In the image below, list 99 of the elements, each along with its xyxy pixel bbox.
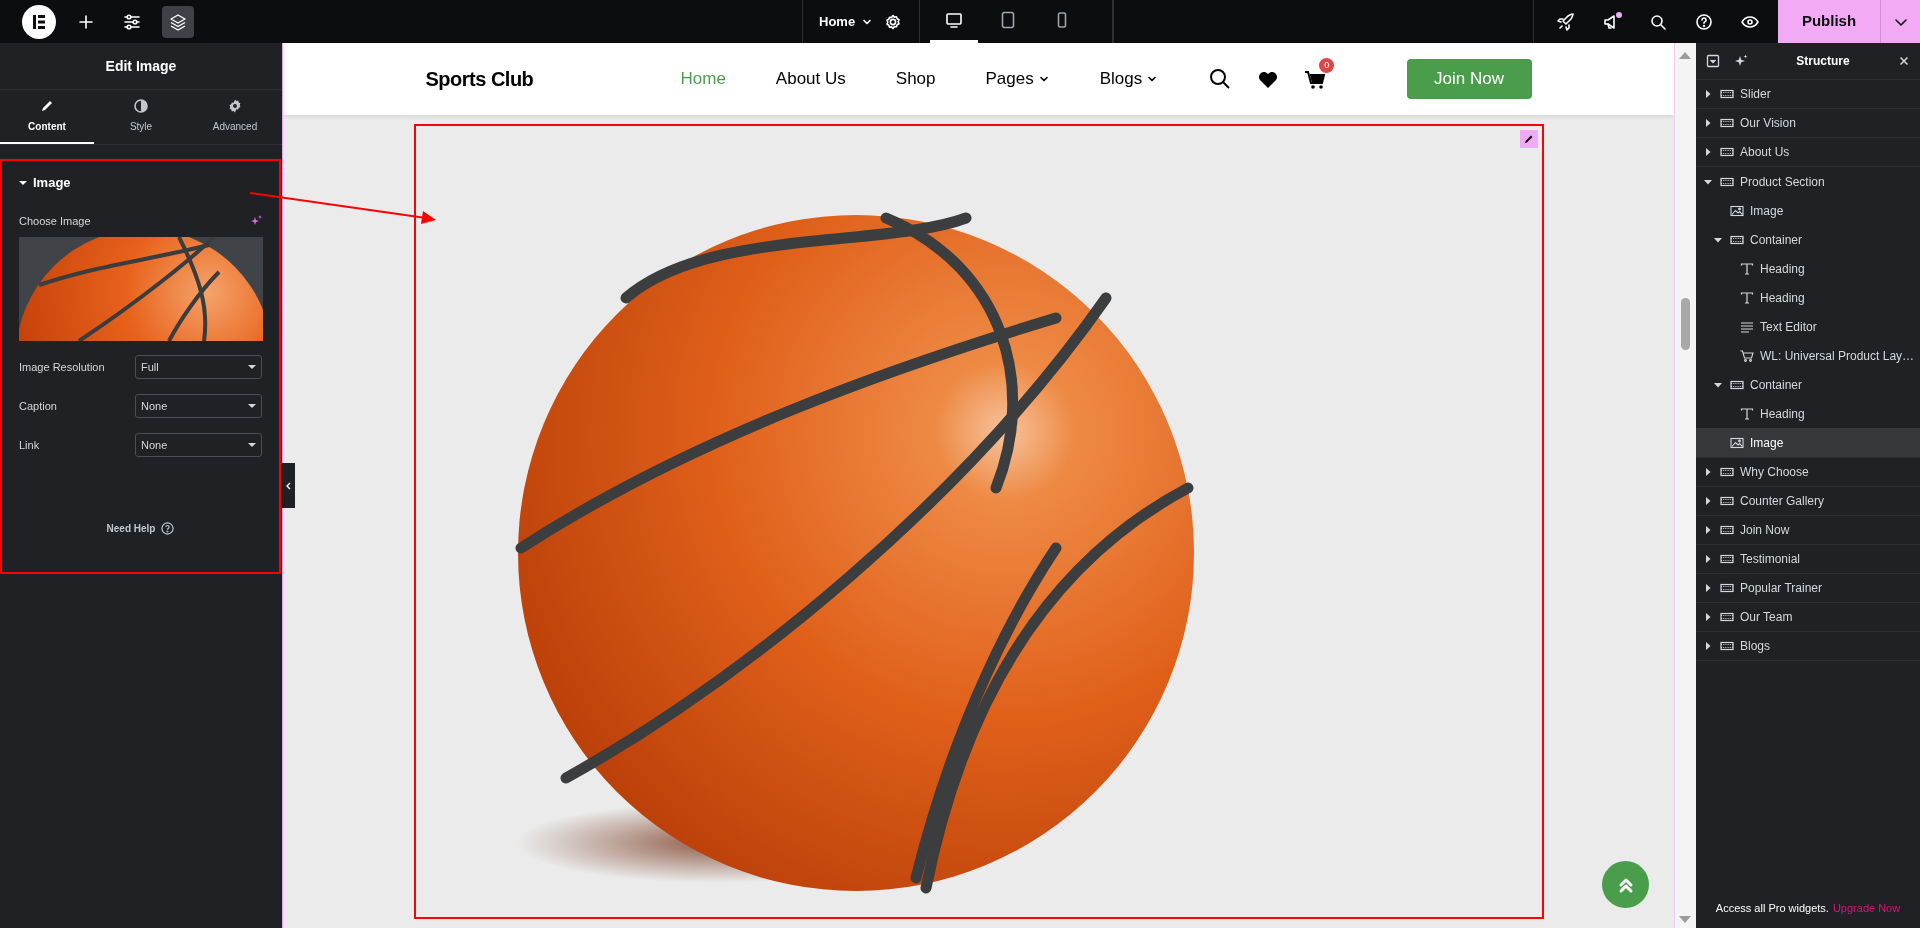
structure-item[interactable]: Heading bbox=[1696, 254, 1920, 283]
structure-item[interactable]: Container bbox=[1696, 225, 1920, 254]
container-icon bbox=[1730, 378, 1744, 391]
structure-item[interactable]: Our Vision bbox=[1696, 109, 1920, 138]
publish-button[interactable]: Publish bbox=[1778, 0, 1880, 43]
structure-item[interactable]: Image bbox=[1696, 428, 1920, 457]
structure-item[interactable]: About Us bbox=[1696, 138, 1920, 167]
container-icon bbox=[1720, 553, 1734, 565]
structure-item[interactable]: Join Now bbox=[1696, 516, 1920, 545]
structure-item[interactable]: Heading bbox=[1696, 399, 1920, 428]
structure-item[interactable]: Testimonial bbox=[1696, 545, 1920, 574]
caret-down-icon[interactable] bbox=[1704, 177, 1712, 186]
edit-widget-button[interactable] bbox=[1520, 130, 1538, 148]
contrast-icon bbox=[133, 98, 149, 114]
upgrade-link[interactable]: Upgrade Now bbox=[1832, 899, 1901, 917]
container-icon bbox=[1720, 640, 1734, 652]
caret-right-icon[interactable] bbox=[1704, 148, 1712, 156]
caret-right-icon[interactable] bbox=[1704, 613, 1712, 621]
heading-icon bbox=[1740, 407, 1754, 420]
caret-icon bbox=[248, 442, 256, 448]
close-icon[interactable] bbox=[1898, 55, 1910, 67]
logo-icon[interactable] bbox=[22, 4, 56, 39]
caret-right-icon[interactable] bbox=[1704, 642, 1712, 650]
field-label: Image Resolution bbox=[19, 359, 105, 375]
structure-item[interactable]: WL: Universal Product Lay… bbox=[1696, 341, 1920, 370]
structure-item[interactable]: Image bbox=[1696, 196, 1920, 225]
image-icon bbox=[1730, 204, 1744, 217]
caret-right-icon[interactable] bbox=[1704, 90, 1712, 98]
scrollbar-thumb[interactable] bbox=[1681, 298, 1690, 350]
collapse-panel-handle[interactable] bbox=[282, 463, 295, 508]
field-label: Link bbox=[19, 437, 40, 453]
container-icon bbox=[1720, 611, 1734, 623]
desktop-icon bbox=[944, 10, 965, 30]
caret-icon bbox=[19, 178, 27, 187]
caret-right-icon[interactable] bbox=[1704, 497, 1712, 505]
caret-right-icon[interactable] bbox=[1704, 584, 1712, 592]
pencil-icon bbox=[1524, 134, 1534, 144]
heading-icon bbox=[1740, 291, 1754, 304]
image-icon bbox=[1730, 436, 1744, 449]
panel-tab[interactable]: Content bbox=[0, 90, 94, 144]
help-link[interactable]: Need Help bbox=[106, 521, 175, 536]
container-icon bbox=[1720, 495, 1734, 507]
caret-icon bbox=[248, 364, 256, 370]
caret-right-icon[interactable] bbox=[1704, 555, 1712, 563]
field-label: Caption bbox=[19, 398, 57, 414]
structure-item[interactable]: Heading bbox=[1696, 283, 1920, 312]
nav-link[interactable]: Shop bbox=[895, 66, 936, 92]
panel-tab[interactable]: Advanced bbox=[188, 90, 282, 144]
site-logo[interactable]: Sports Club bbox=[425, 64, 681, 94]
panel-title: Edit Image bbox=[105, 56, 177, 76]
layers-icon[interactable] bbox=[162, 5, 194, 38]
container-icon bbox=[1720, 146, 1734, 158]
sparkle-icon[interactable] bbox=[250, 214, 262, 227]
container-icon bbox=[1720, 582, 1734, 594]
promo-text: Access all Pro widgets. Upgrade Now bbox=[1696, 888, 1920, 928]
container-icon bbox=[1730, 233, 1744, 246]
nav-link[interactable]: Blogs bbox=[1099, 66, 1159, 92]
nav-link[interactable]: Pages bbox=[985, 66, 1050, 92]
panel-tab[interactable]: Style bbox=[94, 90, 188, 144]
field-label: Choose Image bbox=[19, 213, 91, 229]
caret-down-icon[interactable] bbox=[1714, 380, 1722, 389]
cart-icon bbox=[1740, 349, 1754, 362]
cart-count-badge: 0 bbox=[1319, 58, 1335, 73]
scroll-to-top-button[interactable] bbox=[1602, 861, 1649, 908]
heading-icon bbox=[1740, 262, 1754, 275]
container-icon bbox=[1720, 524, 1734, 536]
caret-icon bbox=[248, 403, 256, 409]
panel-title: Structure bbox=[1795, 53, 1851, 70]
structure-item[interactable]: Product Section bbox=[1696, 167, 1920, 196]
chevron-left-icon bbox=[285, 481, 292, 490]
cart-icon[interactable] bbox=[1304, 69, 1327, 91]
select-field[interactable]: None bbox=[135, 433, 262, 457]
section-header[interactable]: Image bbox=[19, 173, 262, 193]
structure-item[interactable]: Container bbox=[1696, 370, 1920, 399]
container-icon bbox=[1720, 175, 1734, 188]
container-icon bbox=[1720, 88, 1734, 100]
container-icon bbox=[1720, 466, 1734, 478]
page-menu[interactable]: Home bbox=[819, 11, 874, 32]
container-icon bbox=[1720, 117, 1734, 129]
caret-right-icon[interactable] bbox=[1704, 526, 1712, 534]
gear-icon bbox=[227, 98, 243, 114]
pencil-icon bbox=[39, 98, 55, 114]
structure-item[interactable]: Blogs bbox=[1696, 632, 1920, 661]
help-icon bbox=[161, 522, 175, 535]
text-lines-icon bbox=[1740, 320, 1754, 333]
structure-item[interactable]: Slider bbox=[1696, 80, 1920, 109]
nav-link[interactable]: About Us bbox=[775, 66, 846, 92]
structure-item[interactable]: Text Editor bbox=[1696, 312, 1920, 341]
structure-item[interactable]: Counter Gallery bbox=[1696, 487, 1920, 516]
select-field[interactable]: None bbox=[135, 394, 262, 418]
image-thumbnail[interactable] bbox=[19, 237, 263, 341]
structure-item[interactable]: Popular Trainer bbox=[1696, 574, 1920, 603]
collapse-all-icon[interactable] bbox=[1706, 54, 1720, 68]
select-field[interactable]: Full bbox=[135, 355, 262, 379]
caret-right-icon[interactable] bbox=[1704, 468, 1712, 476]
caret-down-icon[interactable] bbox=[1714, 235, 1722, 244]
caret-right-icon[interactable] bbox=[1704, 119, 1712, 127]
structure-item[interactable]: Our Team bbox=[1696, 603, 1920, 632]
structure-item[interactable]: Why Choose bbox=[1696, 458, 1920, 487]
